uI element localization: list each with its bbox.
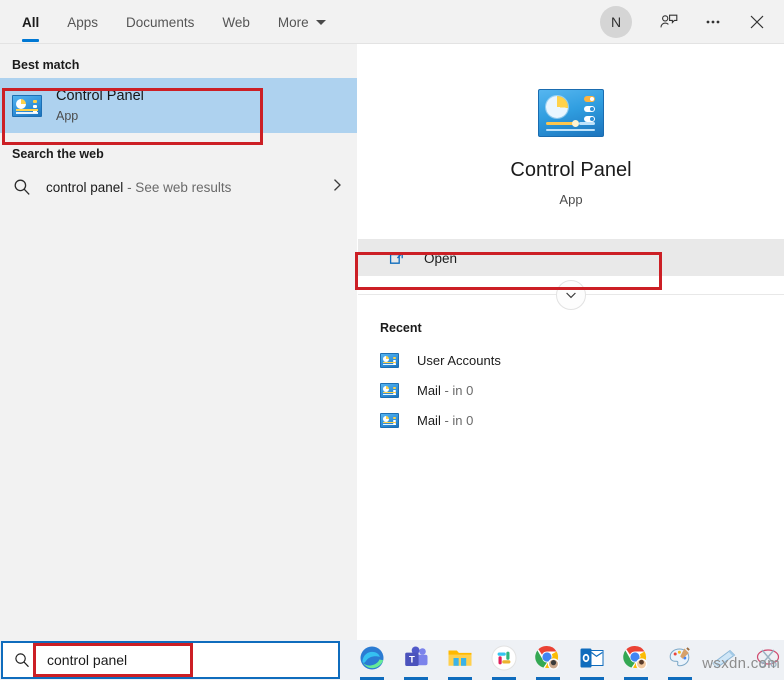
control-panel-icon: [12, 94, 42, 117]
tab-more-label: More: [277, 14, 309, 30]
list-item-detail: - in 0: [440, 382, 474, 398]
tab-documents[interactable]: Documents: [112, 0, 208, 44]
search-results-panel: Best match Control Panel App Search the …: [0, 44, 357, 640]
google-chrome-icon: [623, 645, 648, 670]
close-icon[interactable]: [736, 0, 778, 44]
watermark: wsxdn.com: [702, 655, 780, 672]
search-web-heading: Search the web: [12, 147, 104, 161]
google-chrome-icon: [535, 645, 560, 670]
tab-documents-label: Documents: [126, 14, 195, 30]
avatar-initial: N: [610, 14, 622, 30]
list-item-text: User Accounts: [417, 353, 501, 368]
app-preview-panel: Control Panel App Open Recent User Accou…: [358, 44, 784, 640]
taskbar-item-google-chrome[interactable]: [526, 640, 570, 680]
taskbar-item-slack[interactable]: [482, 640, 526, 680]
list-item-text: Mail - in 0: [417, 413, 473, 428]
list-item[interactable]: Mail - in 0: [358, 375, 784, 405]
open-button-label: Open: [424, 250, 458, 266]
result-item-text: Control Panel App: [56, 88, 144, 123]
preview-app-type: App: [559, 192, 583, 207]
ellipsis-icon[interactable]: [692, 0, 734, 44]
control-panel-icon: [380, 352, 399, 368]
control-panel-icon: [538, 89, 604, 137]
taskbar-item-microsoft-edge[interactable]: [350, 640, 394, 680]
taskbar-item-paint[interactable]: [658, 640, 702, 680]
expand-more-button[interactable]: [556, 279, 586, 310]
control-panel-icon: [380, 412, 399, 428]
chevron-down-icon: [566, 292, 576, 298]
search-header: All Apps Documents Web More N: [0, 0, 784, 44]
preview-hero: Control Panel App: [358, 44, 784, 207]
svg-text:T: T: [409, 655, 415, 666]
avatar[interactable]: N: [600, 6, 632, 38]
best-match-heading: Best match: [12, 58, 80, 72]
list-item-name: User Accounts: [417, 352, 501, 368]
result-item-control-panel[interactable]: Control Panel App: [0, 78, 357, 133]
result-item-title: Control Panel: [56, 88, 144, 104]
taskbar-item-google-chrome-profile[interactable]: [614, 640, 658, 680]
paint-icon: [669, 647, 690, 667]
result-item-subtitle: App: [56, 109, 79, 123]
search-icon: [12, 177, 32, 197]
tab-more[interactable]: More: [264, 0, 340, 44]
chevron-down-icon: [315, 19, 326, 25]
web-result-query: control panel: [46, 179, 124, 195]
list-item[interactable]: User Accounts: [358, 345, 784, 375]
search-icon: [13, 651, 31, 669]
taskbar-search-box[interactable]: control panel: [1, 641, 340, 679]
tab-apps[interactable]: Apps: [53, 0, 112, 44]
taskbar-item-file-explorer[interactable]: [438, 640, 482, 680]
tab-all-label: All: [22, 14, 40, 30]
tab-all[interactable]: All: [8, 0, 53, 44]
person-feedback-icon[interactable]: [648, 0, 690, 44]
web-result-suffix: - See web results: [123, 179, 232, 195]
list-item[interactable]: Mail - in 0: [358, 405, 784, 435]
taskbar-item-microsoft-outlook[interactable]: [570, 640, 614, 680]
list-item-text: Mail - in 0: [417, 383, 473, 398]
list-item-name: Mail: [417, 412, 441, 428]
header-actions: N: [600, 0, 778, 44]
control-panel-icon: [380, 382, 399, 398]
open-action-wrap: Open: [358, 239, 784, 276]
tab-web-label: Web: [222, 14, 250, 30]
search-input[interactable]: control panel: [47, 652, 127, 668]
open-button[interactable]: Open: [358, 240, 784, 276]
slack-icon: [491, 645, 517, 671]
start-search-flyout: All Apps Documents Web More N Best match…: [0, 0, 784, 680]
microsoft-edge-icon: [360, 646, 384, 670]
chevron-right-icon[interactable]: [329, 177, 345, 198]
open-external-icon: [388, 249, 406, 267]
list-item-name: Mail: [417, 382, 441, 398]
expand-divider: [358, 279, 784, 310]
preview-app-title: Control Panel: [510, 159, 632, 181]
tab-apps-label: Apps: [67, 14, 99, 30]
list-item-detail: - in 0: [440, 412, 474, 428]
web-result-text: control panel - See web results: [46, 180, 231, 195]
recent-list: User Accounts Mail - in 0 Mail - in 0: [358, 345, 784, 435]
microsoft-teams-icon: T: [405, 646, 428, 666]
search-filter-tabs: All Apps Documents Web More: [8, 0, 340, 44]
tab-web[interactable]: Web: [208, 0, 264, 44]
file-explorer-icon: [448, 650, 472, 666]
microsoft-outlook-icon: [580, 648, 604, 668]
taskbar-item-microsoft-teams[interactable]: T: [394, 640, 438, 680]
web-result-item[interactable]: control panel - See web results: [0, 167, 357, 207]
